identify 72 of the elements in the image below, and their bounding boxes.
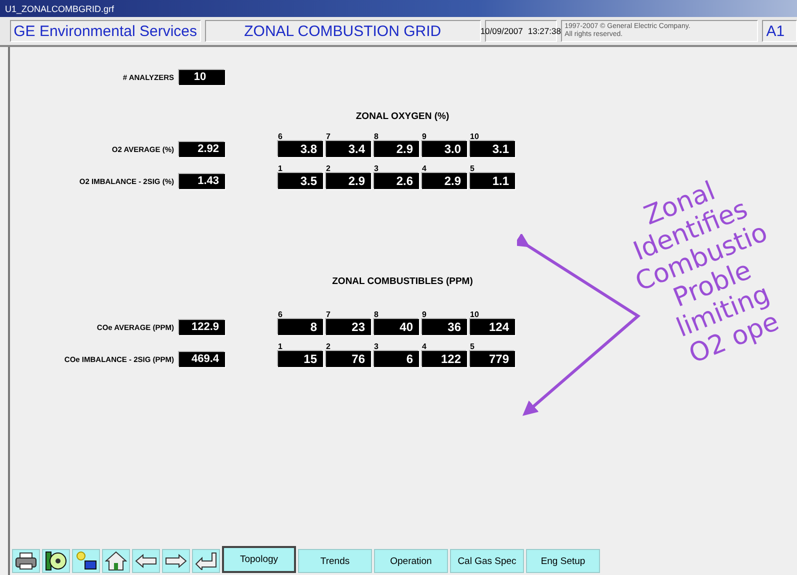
zone-number: 4 [422, 342, 428, 351]
metric-value: 469.4 [179, 352, 225, 367]
zone-number: 9 [422, 132, 428, 141]
printer-icon [15, 552, 37, 570]
zone-number: 2 [326, 342, 332, 351]
metric-value: 2.92 [179, 142, 225, 157]
zone-value: 1.1 [470, 173, 515, 189]
zone-number: 7 [326, 310, 332, 319]
zone-value: 779 [470, 351, 515, 367]
section-heading: ZONAL OXYGEN (%) [354, 111, 450, 122]
return-arrow-icon [195, 552, 217, 570]
zone-number: 5 [470, 342, 476, 351]
zone-value: 124 [470, 319, 515, 335]
analyzers-value: 10 [179, 70, 225, 85]
zone-number: 3 [374, 342, 380, 351]
metric-value: 122.9 [179, 320, 225, 335]
metric-value: 1.43 [179, 174, 225, 189]
home-icon [105, 551, 127, 571]
zone-number: 1 [278, 164, 284, 173]
zone-number: 8 [374, 132, 380, 141]
zone-number: 6 [278, 310, 284, 319]
zone-value: 8 [278, 319, 323, 335]
disc-icon [45, 551, 67, 571]
section-heading: ZONAL COMBUSTIBLES (PPM) [331, 276, 474, 287]
monitor-icon [75, 551, 97, 571]
display-button[interactable] [72, 549, 100, 573]
nav-tab[interactable]: Topology [222, 546, 296, 573]
unit-label: A1 [762, 20, 797, 42]
zone-value: 3.1 [470, 141, 515, 157]
zone-number: 1 [278, 342, 284, 351]
zone-number: 7 [326, 132, 332, 141]
zone-number: 9 [422, 310, 428, 319]
window-title: U1_ZONALCOMBGRID.grf [5, 4, 114, 14]
home-button[interactable] [102, 549, 130, 573]
zone-value: 2.9 [374, 141, 419, 157]
company-name: GE Environmental Services [10, 20, 201, 42]
zone-number: 3 [374, 164, 380, 173]
zone-value: 3.8 [278, 141, 323, 157]
zone-number: 8 [374, 310, 380, 319]
zone-number: 2 [326, 164, 332, 173]
zone-value: 40 [374, 319, 419, 335]
zone-number: 10 [470, 310, 480, 319]
zone-value: 15 [278, 351, 323, 367]
zone-value: 2.6 [374, 173, 419, 189]
zone-value: 3.0 [422, 141, 467, 157]
zone-value: 36 [422, 319, 467, 335]
zone-value: 3.5 [278, 173, 323, 189]
nav-tab[interactable]: Trends [298, 549, 372, 573]
zone-number: 4 [422, 164, 428, 173]
nav-tab[interactable]: Eng Setup [526, 549, 600, 573]
zone-value: 76 [326, 351, 371, 367]
nav-tab[interactable]: Cal Gas Spec [450, 549, 524, 573]
screen-title: ZONAL COMBUSTION GRID [204, 20, 481, 42]
date-text: 10/09/2007 [480, 26, 523, 36]
nav-tab[interactable]: Operation [374, 549, 448, 573]
print-button[interactable] [12, 549, 40, 573]
zone-number: 6 [278, 132, 284, 141]
time-text: 13:27:38 [528, 26, 561, 36]
zone-value: 2.9 [422, 173, 467, 189]
disk-button[interactable] [42, 549, 70, 573]
zone-value: 2.9 [326, 173, 371, 189]
zone-value: 122 [422, 351, 467, 367]
zone-value: 23 [326, 319, 371, 335]
right-arrow-icon [165, 554, 187, 568]
zone-number: 10 [470, 132, 480, 141]
zone-value: 3.4 [326, 141, 371, 157]
left-arrow-icon [135, 554, 157, 568]
zone-value: 6 [374, 351, 419, 367]
forward-button[interactable] [162, 549, 190, 573]
return-button[interactable] [192, 549, 220, 573]
zone-number: 5 [470, 164, 476, 173]
back-button[interactable] [132, 549, 160, 573]
